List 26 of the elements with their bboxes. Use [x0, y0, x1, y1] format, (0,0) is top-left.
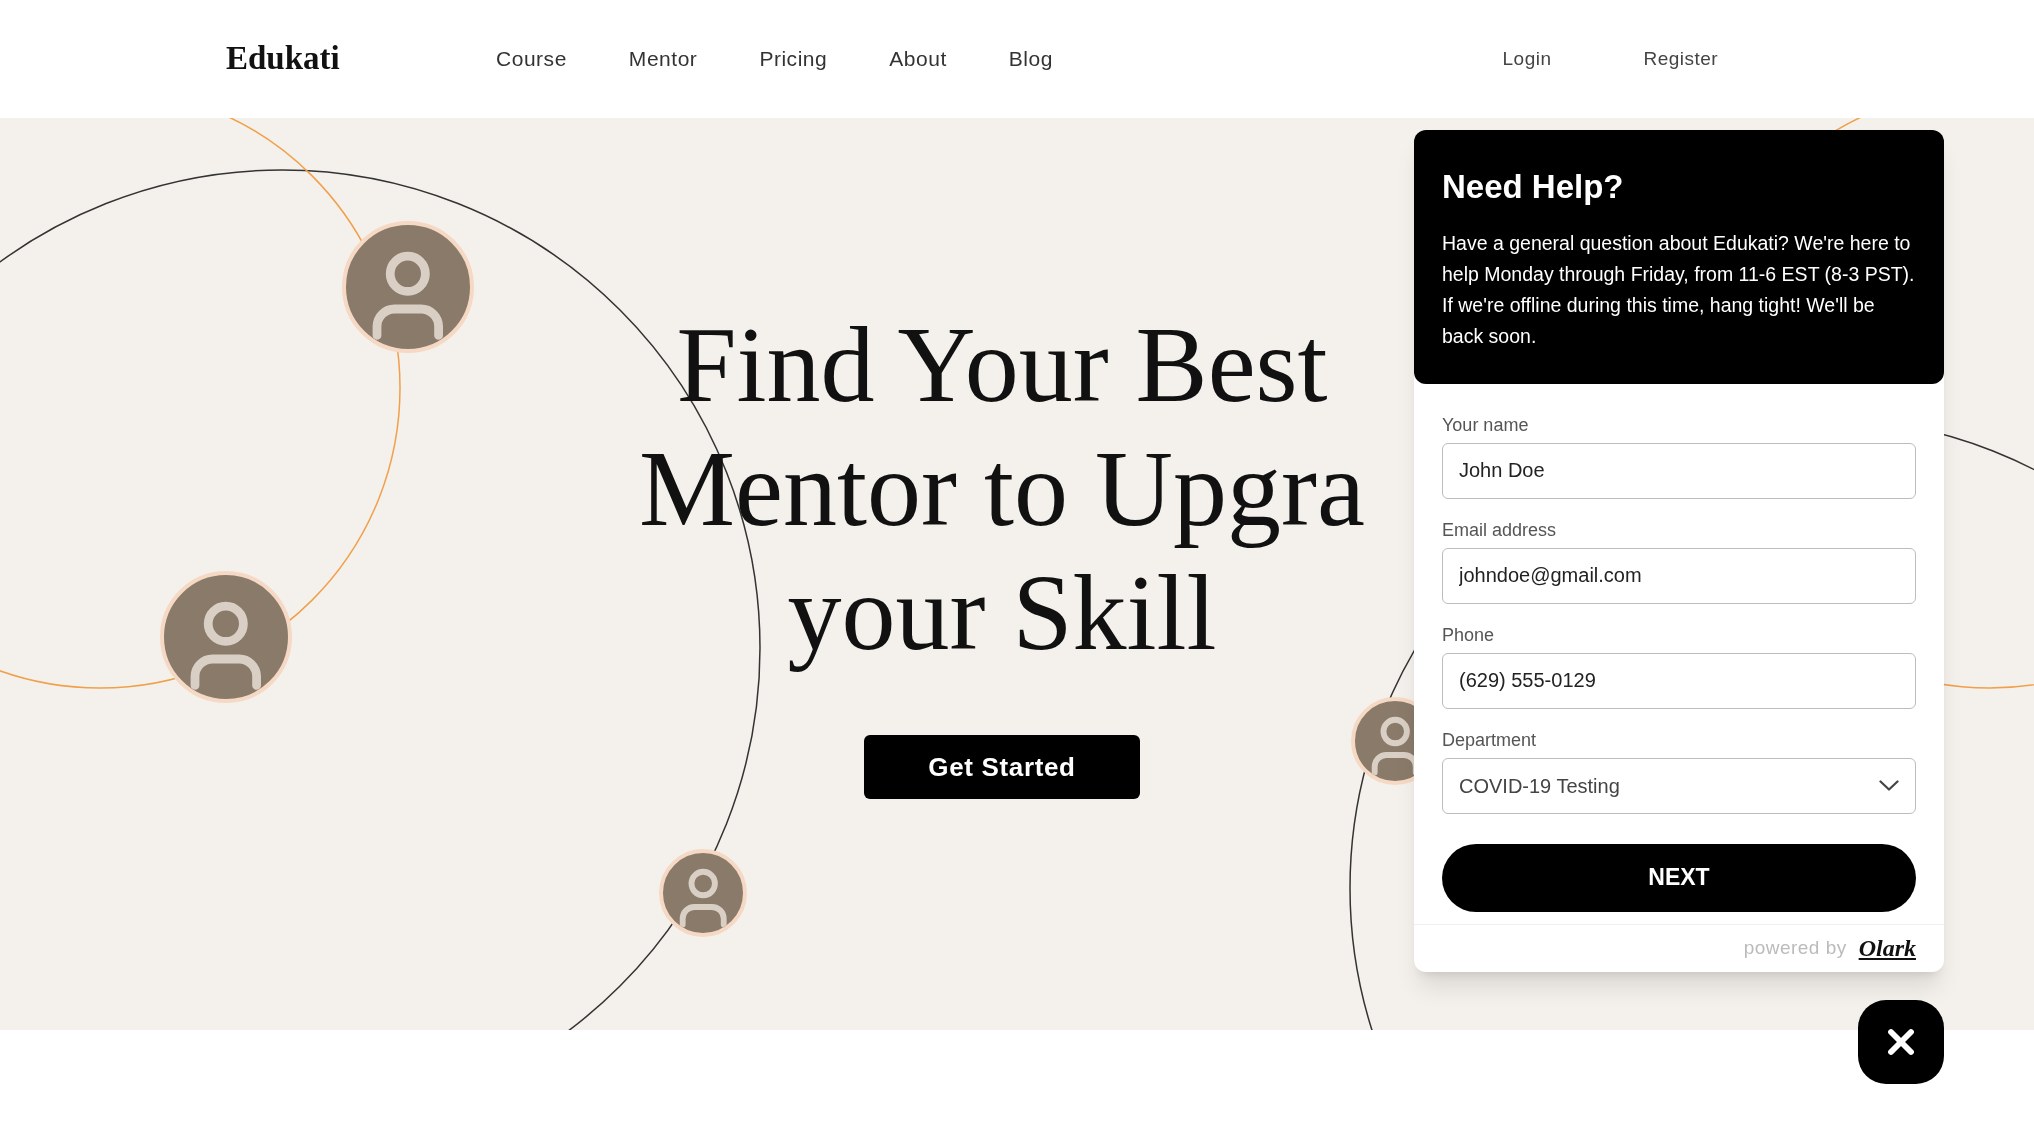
- nav-link[interactable]: Blog: [1008, 43, 1053, 75]
- nav-link[interactable]: Mentor: [628, 43, 698, 75]
- nav-link[interactable]: Pricing: [759, 43, 828, 75]
- hero-heading: Find Your Best: [676, 304, 1328, 426]
- input-field[interactable]: John Doe: [1442, 442, 1916, 499]
- field-label: Phone: [1442, 623, 1496, 647]
- chevron-down-icon: [1879, 780, 1899, 791]
- field-label: Department: [1442, 728, 1538, 752]
- chat-title: Need Help?: [1442, 167, 1625, 207]
- field-label: Your name: [1442, 413, 1530, 437]
- field-label: Email address: [1442, 518, 1558, 542]
- nav-link[interactable]: About: [889, 43, 947, 75]
- auth-link[interactable]: Login: [1502, 44, 1552, 74]
- auth-link[interactable]: Register: [1643, 44, 1718, 74]
- powered-by-text: powered by: [1743, 935, 1847, 960]
- input-field[interactable]: johndoe@gmail.com: [1442, 547, 1916, 604]
- hero-heading: your Skill: [787, 552, 1217, 674]
- get-started-button[interactable]: Get Started: [864, 735, 1140, 799]
- input-field[interactable]: (629) 555-0129: [1442, 652, 1916, 709]
- site-logo[interactable]: Edukati: [226, 34, 496, 84]
- nav-link[interactable]: Course: [496, 43, 567, 75]
- close-button[interactable]: [1858, 1000, 1944, 1084]
- next-button[interactable]: NEXT: [1442, 843, 1916, 912]
- select-field[interactable]: COVID-19 Testing: [1442, 757, 1916, 814]
- brand-logo[interactable]: Olark: [1858, 930, 1916, 966]
- chat-message: Have a general question about Edukati? We're here to help Monday through Friday, from 11-6 EST (8-3 PST). If we're offline during this time, hang tight! We'll be back soon.: [1442, 230, 1916, 349]
